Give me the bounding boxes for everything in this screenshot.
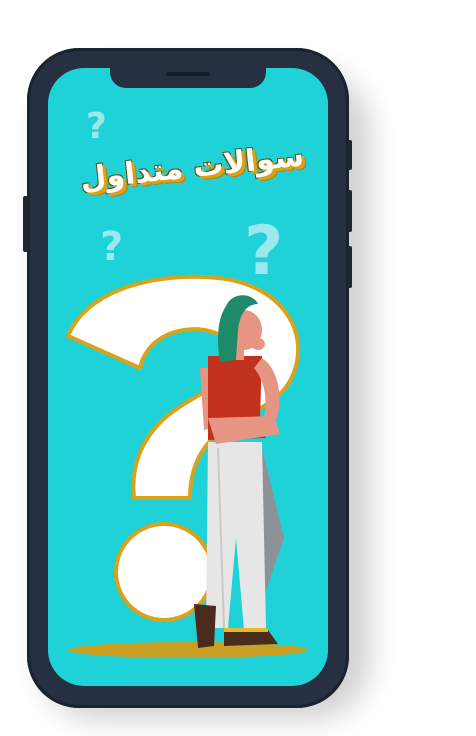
question-mark-icon: ? (86, 106, 107, 147)
phone-mockup: ? ? ? سوالات متداول (0, 0, 476, 736)
svg-text:?: ? (244, 212, 283, 291)
side-button-mute (23, 196, 28, 252)
question-mark-icon: ? (244, 212, 283, 291)
svg-text:?: ? (86, 106, 107, 147)
phone-screen: ? ? ? سوالات متداول (48, 68, 328, 686)
phone-notch (110, 68, 266, 88)
side-button-volume-down (348, 190, 352, 232)
ground-shadow (68, 642, 308, 658)
question-mark-icon: ? (100, 224, 123, 270)
svg-text:?: ? (100, 224, 123, 270)
speaker-grille (166, 72, 210, 76)
side-button-volume-up (348, 140, 352, 170)
side-button-power (348, 246, 352, 288)
